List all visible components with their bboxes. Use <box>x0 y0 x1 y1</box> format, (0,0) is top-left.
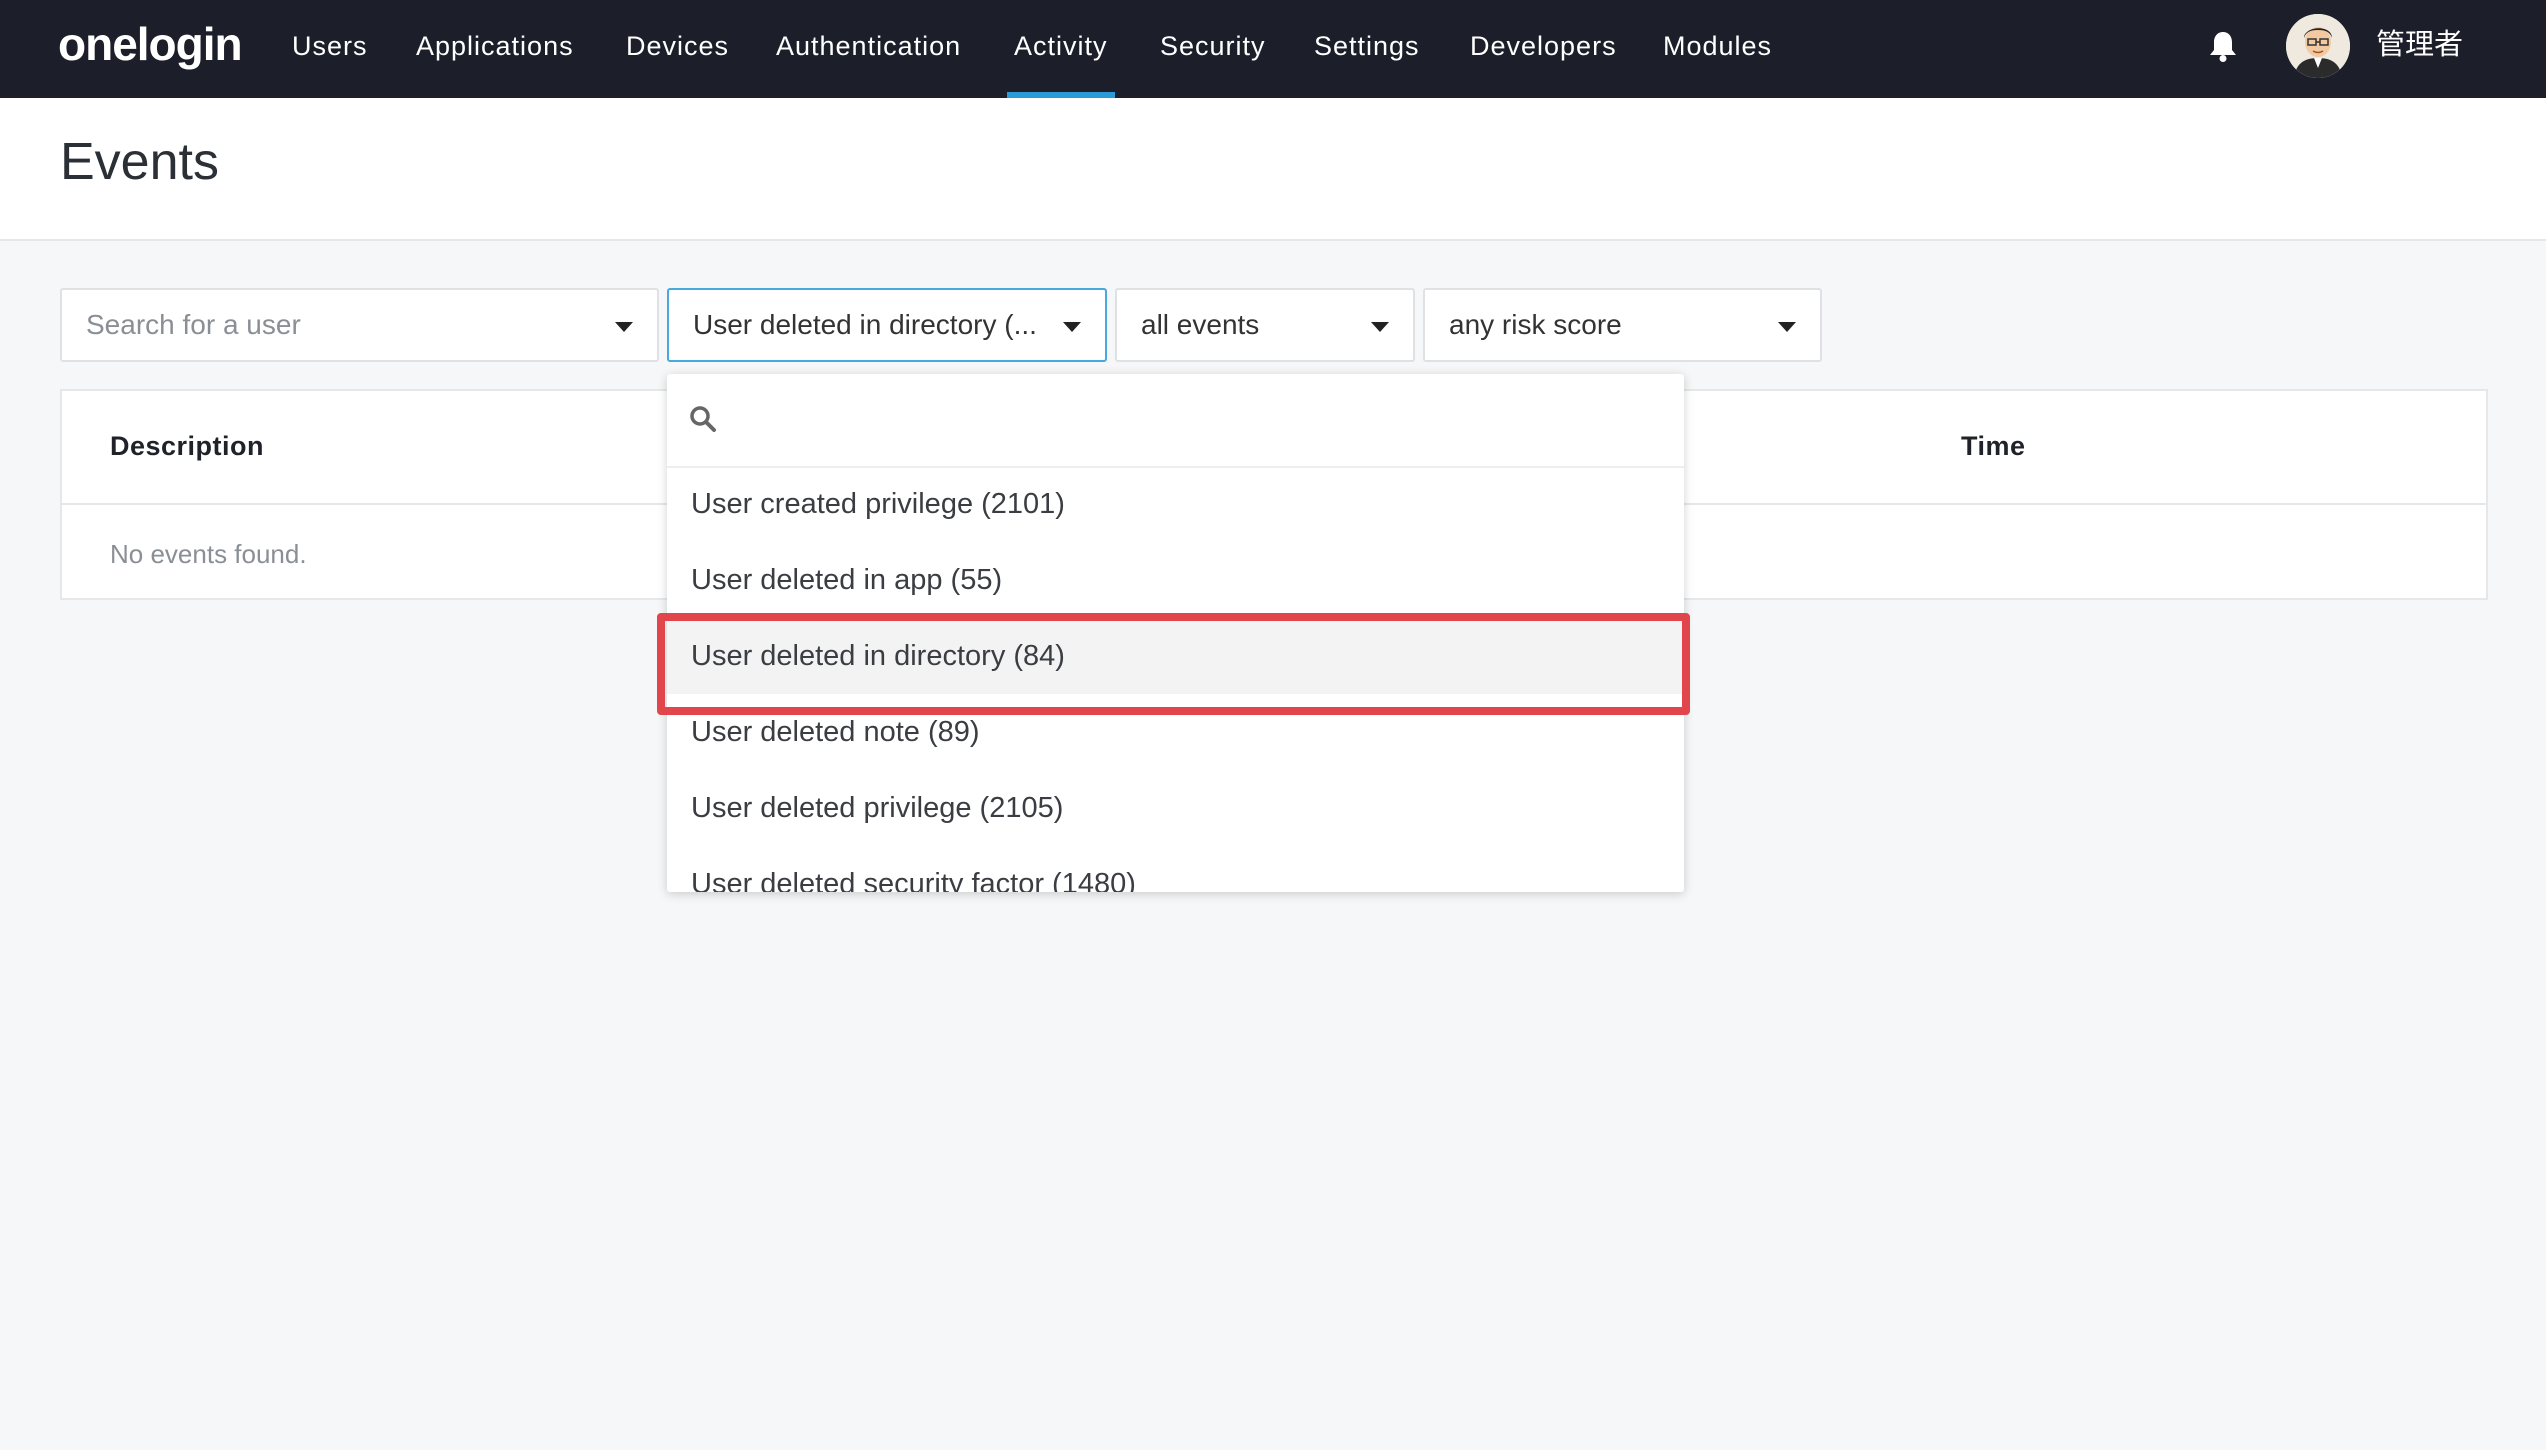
nav-security[interactable]: Security <box>1160 0 1266 98</box>
search-icon <box>690 406 716 432</box>
dropdown-option-partial[interactable]: User deleted security factor (1480) <box>667 846 1684 892</box>
user-name[interactable]: 管理者 <box>2376 0 2463 90</box>
chevron-down-icon <box>1778 322 1796 332</box>
bell-icon[interactable] <box>2208 30 2238 62</box>
avatar-icon <box>2286 14 2350 78</box>
scope-select[interactable]: all events <box>1115 288 1415 362</box>
event-type-value: User deleted in directory (... <box>693 309 1037 340</box>
user-search-select[interactable]: Search for a user <box>60 288 659 362</box>
chevron-down-icon <box>1063 322 1081 332</box>
nav-developers[interactable]: Developers <box>1470 0 1617 98</box>
user-search-placeholder: Search for a user <box>86 309 301 340</box>
avatar[interactable] <box>2286 14 2350 78</box>
nav-activity[interactable]: Activity <box>1007 0 1114 98</box>
top-navbar: onelogin Users Applications Devices Auth… <box>0 0 2546 98</box>
column-header-time[interactable]: Time <box>1961 431 2026 462</box>
nav-users[interactable]: Users <box>292 0 368 98</box>
dropdown-option-selected[interactable]: User deleted in directory (84) <box>667 618 1684 694</box>
nav-modules[interactable]: Modules <box>1663 0 1772 98</box>
dropdown-option[interactable]: User deleted note (89) <box>667 694 1684 770</box>
nav-settings[interactable]: Settings <box>1314 0 1420 98</box>
dropdown-option[interactable]: User deleted privilege (2105) <box>667 770 1684 846</box>
event-type-dropdown: User created privilege (2101) User delet… <box>667 374 1684 892</box>
nav-applications[interactable]: Applications <box>416 0 574 98</box>
dropdown-option[interactable]: User created privilege (2101) <box>667 466 1684 542</box>
dropdown-option[interactable]: User deleted in app (55) <box>667 542 1684 618</box>
nav-authentication[interactable]: Authentication <box>776 0 961 98</box>
onelogin-logo[interactable]: onelogin <box>58 14 243 74</box>
chevron-down-icon <box>615 322 633 332</box>
column-header-description[interactable]: Description <box>110 431 264 462</box>
chevron-down-icon <box>1371 322 1389 332</box>
dropdown-search <box>667 374 1684 468</box>
page-header: Events <box>0 98 2546 241</box>
scope-value: all events <box>1141 309 1260 340</box>
empty-state-message: No events found. <box>110 539 307 569</box>
risk-score-select[interactable]: any risk score <box>1423 288 1822 362</box>
risk-score-value: any risk score <box>1449 309 1622 340</box>
event-type-select[interactable]: User deleted in directory (... <box>667 288 1107 362</box>
nav-devices[interactable]: Devices <box>626 0 729 98</box>
dropdown-search-input[interactable] <box>731 392 1655 450</box>
page-title: Events <box>60 133 219 191</box>
